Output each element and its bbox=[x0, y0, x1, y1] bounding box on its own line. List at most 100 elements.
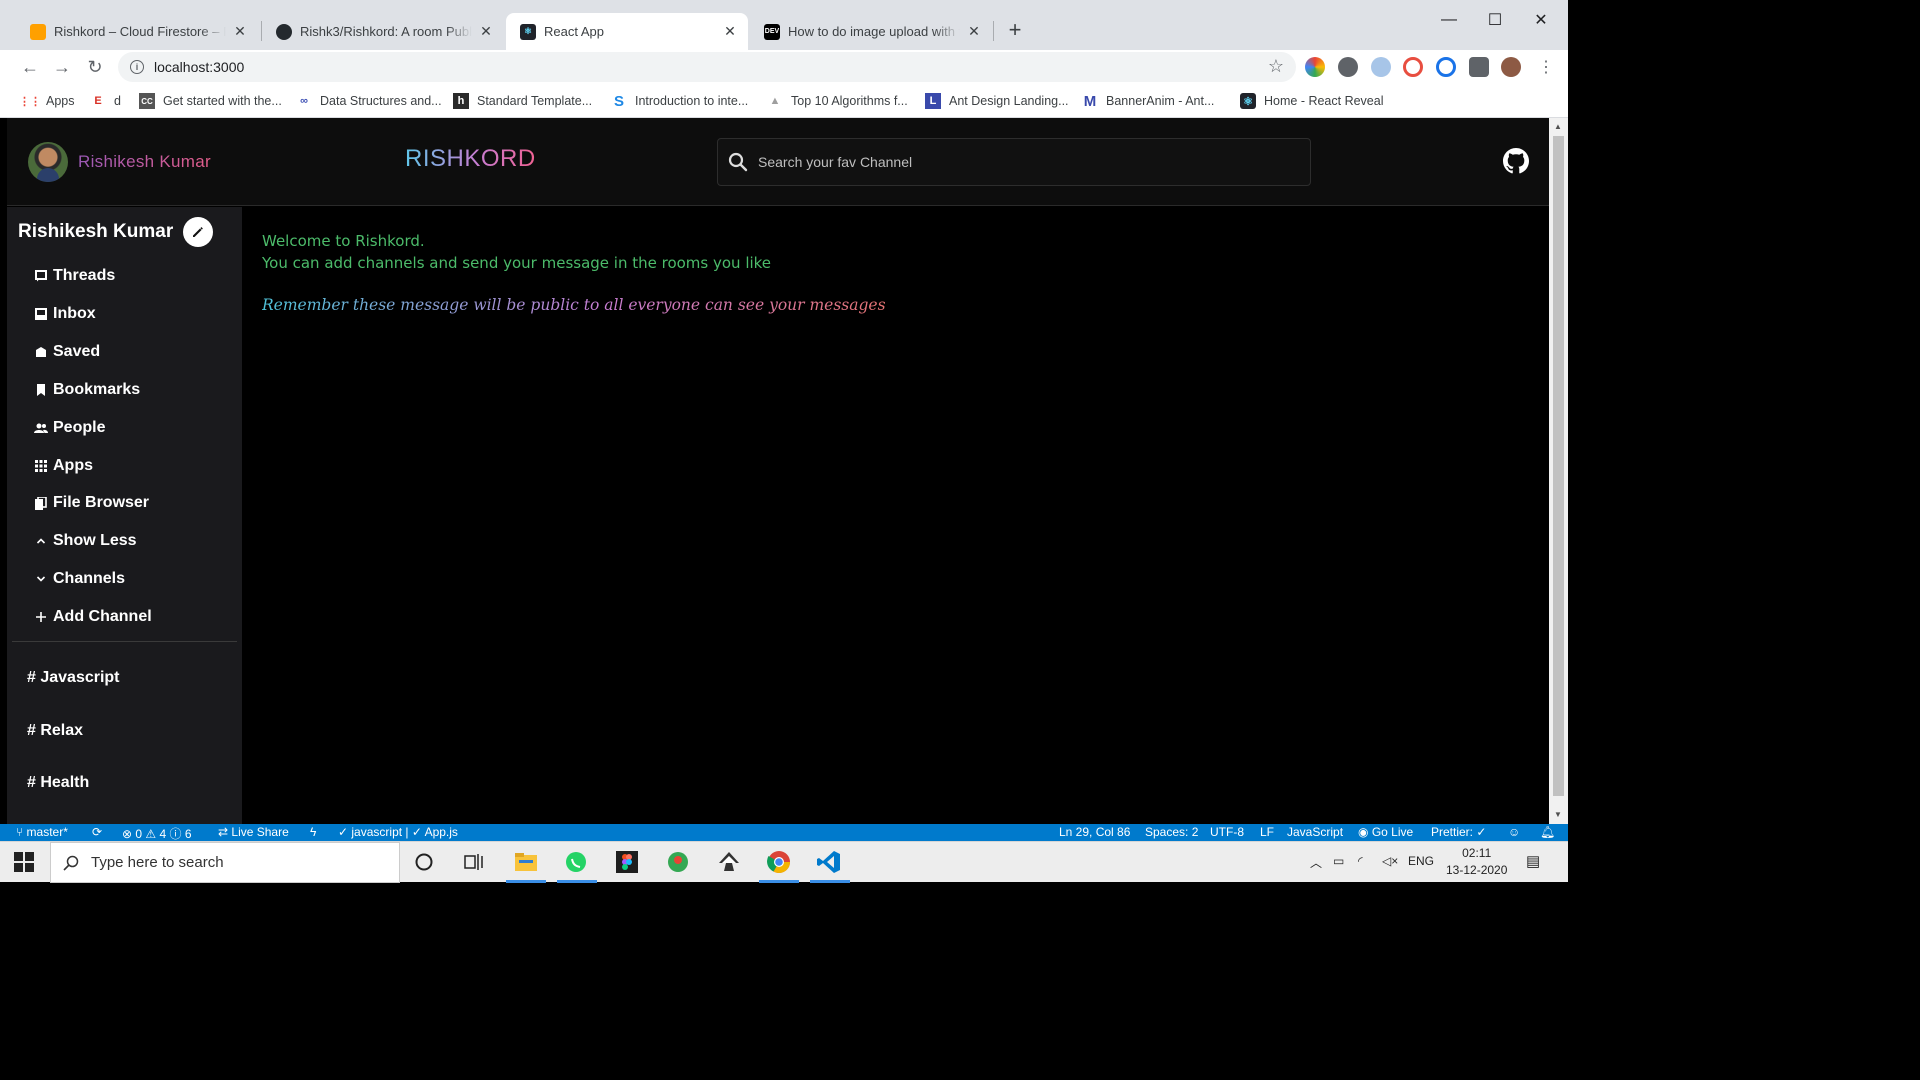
language-mode-status[interactable]: JavaScript bbox=[1287, 825, 1343, 839]
taskbar-search[interactable]: Type here to search bbox=[50, 842, 400, 883]
sync-icon[interactable]: ⟳ bbox=[92, 825, 102, 839]
sidebar-item-threads[interactable]: Threads bbox=[34, 264, 115, 288]
sidebar-item-saved[interactable]: Saved bbox=[34, 340, 100, 364]
tab-firestore[interactable]: Rishkord – Cloud Firestore – Firebase ✕ bbox=[16, 13, 258, 50]
channel-relax[interactable]: # Relax bbox=[27, 722, 83, 740]
bookmark-algos[interactable]: ▲ Top 10 Algorithms f... bbox=[767, 92, 908, 110]
menu-dots-icon[interactable]: ⋮ bbox=[1532, 53, 1560, 81]
page-scrollbar[interactable]: ▲ ▼ bbox=[1549, 118, 1568, 824]
address-text: localhost:3000 bbox=[154, 59, 245, 75]
bookmark-stl[interactable]: h Standard Template... bbox=[453, 92, 592, 110]
public-notice-text: Remember these message will be public to… bbox=[262, 296, 886, 314]
maximize-icon[interactable]: ☐ bbox=[1472, 6, 1518, 34]
ufo-extension-icon[interactable] bbox=[1371, 57, 1391, 77]
file-explorer-icon[interactable] bbox=[513, 849, 539, 875]
task-view-icon[interactable] bbox=[461, 849, 487, 875]
address-bar[interactable]: i localhost:3000 ☆ bbox=[118, 52, 1296, 82]
branch-status[interactable]: ⑂ master* bbox=[16, 825, 68, 839]
close-icon[interactable]: ✕ bbox=[232, 23, 248, 40]
eol-status[interactable]: LF bbox=[1260, 825, 1274, 839]
bookmark-d[interactable]: Ed bbox=[90, 92, 121, 110]
whatsapp-icon[interactable] bbox=[563, 849, 589, 875]
bookmark-banner[interactable]: M BannerAnim - Ant... bbox=[1082, 92, 1215, 110]
puzzle-icon[interactable] bbox=[1469, 57, 1489, 77]
l-icon: L bbox=[925, 93, 941, 109]
bookmark-intro[interactable]: S Introduction to inte... bbox=[611, 92, 748, 110]
close-icon[interactable]: ✕ bbox=[722, 23, 738, 40]
lightning-icon[interactable]: ϟ bbox=[310, 825, 316, 839]
close-icon[interactable]: ✕ bbox=[478, 23, 494, 40]
info-icon[interactable]: i bbox=[130, 60, 144, 74]
encoding-status[interactable]: UTF-8 bbox=[1210, 825, 1244, 839]
prettier-status[interactable]: Prettier: ✓ bbox=[1431, 825, 1486, 839]
wifi-icon[interactable]: ◜ bbox=[1358, 854, 1363, 868]
speaker-muted-icon[interactable]: ◁× bbox=[1382, 854, 1398, 868]
input-language[interactable]: ENG bbox=[1408, 854, 1434, 868]
tray-chevron-up-icon[interactable]: ︿ bbox=[1310, 854, 1322, 871]
forward-arrow-icon[interactable]: → bbox=[48, 53, 76, 81]
scrollbar-thumb[interactable] bbox=[1553, 136, 1564, 796]
problems-status[interactable]: ⊗ 0 ⚠ 4 ⓘ 6 bbox=[122, 825, 192, 842]
apps-grid-icon: ⋮⋮ bbox=[19, 95, 41, 108]
search-icon bbox=[728, 152, 748, 172]
color-picker-extension-icon[interactable] bbox=[1305, 57, 1325, 77]
vscode-icon[interactable] bbox=[816, 849, 842, 875]
close-icon[interactable]: ✕ bbox=[966, 23, 982, 40]
system-clock[interactable]: 02:11 13-12-2020 bbox=[1446, 845, 1507, 879]
scroll-down-arrow-icon[interactable]: ▼ bbox=[1554, 810, 1562, 819]
live-share-status[interactable]: ⇄ Live Share bbox=[218, 825, 289, 839]
sidebar-item-show-less[interactable]: Show Less bbox=[34, 529, 137, 553]
sidebar-item-apps[interactable]: Apps bbox=[34, 454, 93, 478]
minimize-icon[interactable]: — bbox=[1426, 6, 1472, 34]
bookmark-dsa[interactable]: ∞ Data Structures and... bbox=[296, 92, 442, 110]
bookmark-cc[interactable]: CC Get started with the... bbox=[139, 92, 282, 110]
grammar-extension-icon[interactable] bbox=[1338, 57, 1358, 77]
channel-javascript[interactable]: # Javascript bbox=[27, 669, 120, 687]
vscode-statusbar: ⑂ master* ⟳ ⊗ 0 ⚠ 4 ⓘ 6 ⇄ Live Share ϟ ✓… bbox=[0, 824, 1568, 841]
window-close-icon[interactable]: ✕ bbox=[1518, 6, 1564, 34]
avatar[interactable] bbox=[28, 142, 68, 182]
sidebar-item-file-browser[interactable]: File Browser bbox=[34, 491, 149, 515]
tab-dev[interactable]: DEV How to do image upload with firebase… bbox=[750, 13, 992, 50]
search-input[interactable] bbox=[758, 154, 1278, 170]
profile-avatar[interactable] bbox=[1501, 57, 1521, 77]
language-check-status[interactable]: ✓ javascript | ✓ App.js bbox=[338, 825, 458, 839]
cortana-icon[interactable] bbox=[411, 849, 437, 875]
bookmark-reveal[interactable]: ⚛ Home - React Reveal bbox=[1240, 92, 1384, 110]
sidebar-item-inbox[interactable]: Inbox bbox=[34, 302, 96, 326]
channel-health[interactable]: # Health bbox=[27, 774, 89, 792]
welcome-panel: Welcome to Rishkord. You can add channel… bbox=[262, 230, 771, 274]
search-bar[interactable] bbox=[717, 138, 1311, 186]
figma-icon[interactable] bbox=[614, 849, 640, 875]
reload-icon[interactable]: ↻ bbox=[81, 53, 109, 81]
tab-github[interactable]: Rishk3/Rishkord: A room Public chat ✕ bbox=[262, 13, 504, 50]
sync-extension-icon[interactable] bbox=[1403, 57, 1423, 77]
new-tab-button[interactable]: + bbox=[1003, 17, 1027, 42]
action-center-icon[interactable]: ▤ bbox=[1526, 852, 1540, 870]
windows-start-icon[interactable] bbox=[14, 852, 34, 872]
sidebar-item-channels[interactable]: Channels bbox=[34, 567, 125, 591]
indentation-status[interactable]: Spaces: 2 bbox=[1145, 825, 1198, 839]
go-live-status[interactable]: ◉ Go Live bbox=[1358, 825, 1413, 839]
back-arrow-icon[interactable]: ← bbox=[16, 53, 44, 81]
edit-button[interactable] bbox=[183, 217, 213, 247]
cursor-position-status[interactable]: Ln 29, Col 86 bbox=[1059, 825, 1130, 839]
chrome-icon[interactable] bbox=[766, 849, 792, 875]
github-icon[interactable] bbox=[1503, 148, 1529, 174]
notifications-bell-icon[interactable]: 🔔︎ bbox=[1540, 825, 1555, 839]
tab-react-app[interactable]: ⚛ React App ✕ bbox=[506, 13, 748, 50]
bookmark-antd[interactable]: L Ant Design Landing... bbox=[925, 92, 1069, 110]
bookmark-icon bbox=[34, 383, 48, 397]
sidebar-item-people[interactable]: People bbox=[34, 416, 105, 440]
feedback-icon[interactable]: ☺ bbox=[1508, 825, 1520, 839]
gear-extension-icon[interactable] bbox=[1436, 57, 1456, 77]
inkscape-icon[interactable] bbox=[716, 849, 742, 875]
maps-icon[interactable] bbox=[665, 849, 691, 875]
sidebar-item-bookmarks[interactable]: Bookmarks bbox=[34, 378, 140, 402]
star-icon[interactable]: ☆ bbox=[1268, 56, 1284, 77]
sidebar-item-add-channel[interactable]: Add Channel bbox=[34, 605, 152, 629]
bookmark-apps[interactable]: ⋮⋮ Apps bbox=[19, 92, 75, 110]
battery-icon[interactable]: ▭ bbox=[1333, 854, 1344, 868]
chevron-down-icon bbox=[34, 572, 48, 586]
scroll-up-arrow-icon[interactable]: ▲ bbox=[1554, 122, 1562, 131]
